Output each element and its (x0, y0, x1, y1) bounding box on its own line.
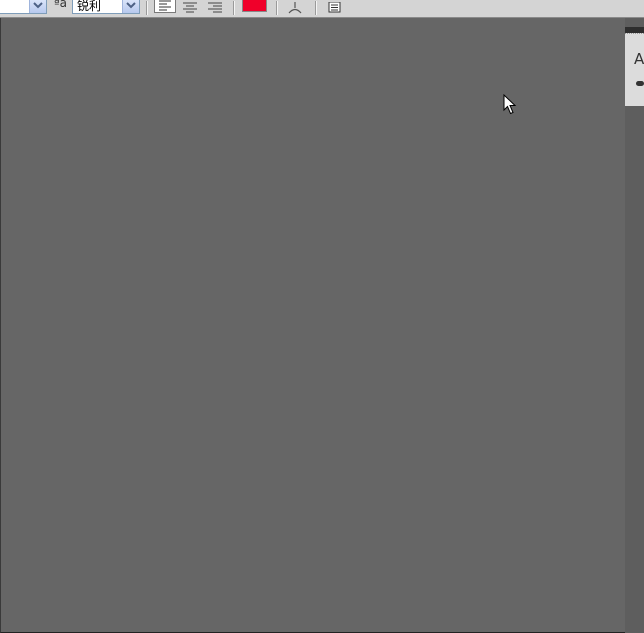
chevron-down-icon[interactable] (29, 0, 46, 13)
anti-alias-value: 锐利 (77, 0, 102, 13)
toolbar-divider (315, 1, 316, 15)
align-center-icon (183, 2, 197, 13)
panel-handle-icon (636, 81, 644, 86)
mouse-cursor-icon (503, 94, 517, 115)
warp-text-button[interactable] (286, 0, 304, 14)
anti-alias-icon: ªa (54, 0, 68, 10)
align-center-button[interactable] (180, 0, 200, 14)
font-style-select[interactable] (0, 0, 47, 14)
align-left-button[interactable] (154, 0, 176, 13)
align-right-icon (208, 2, 222, 13)
toolbar-divider (233, 1, 234, 15)
text-color-swatch[interactable] (242, 0, 267, 12)
document-canvas-area[interactable] (0, 18, 625, 633)
align-left-icon (159, 0, 171, 11)
chevron-down-icon[interactable] (122, 0, 139, 13)
anti-alias-select[interactable]: 锐利 (72, 0, 140, 14)
character-panel-label: A (634, 50, 644, 68)
options-toolbar: ªa 锐利 (0, 0, 644, 18)
right-panel-dock: A (625, 18, 644, 633)
character-panel-icon (328, 1, 341, 13)
warp-text-icon (288, 2, 302, 14)
character-panel-tab[interactable]: A (625, 33, 644, 106)
toolbar-divider (146, 1, 147, 15)
toolbar-divider (276, 1, 277, 15)
character-panel-button[interactable] (326, 0, 344, 14)
align-right-button[interactable] (205, 0, 225, 14)
